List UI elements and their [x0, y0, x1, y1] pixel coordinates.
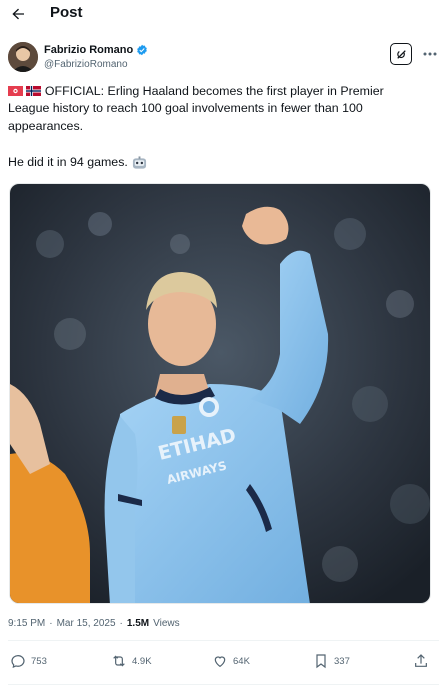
- views-label: Views: [153, 618, 180, 629]
- post-time[interactable]: 9:15 PM: [8, 618, 45, 629]
- post-meta: 9:15 PM · Mar 15, 2025 · 1.5M Views: [8, 618, 180, 629]
- top-bar: Post: [0, 0, 447, 28]
- reply-button[interactable]: 753: [10, 653, 47, 669]
- tweet-line-2-row: He did it in 94 games.: [8, 154, 147, 171]
- name-row: Fabrizio Romano: [44, 44, 148, 56]
- author-row: Fabrizio Romano @FabrizioRomano: [8, 42, 439, 74]
- avatar[interactable]: [8, 42, 38, 72]
- reply-icon: [11, 654, 25, 668]
- bookmark-count: 337: [334, 655, 350, 667]
- grok-button[interactable]: [390, 43, 412, 65]
- grok-icon: [396, 49, 406, 59]
- author-name[interactable]: Fabrizio Romano: [44, 44, 133, 56]
- arrow-left-icon: [12, 8, 24, 20]
- heart-icon: [214, 656, 226, 668]
- repost-count: 4.9K: [132, 655, 152, 667]
- divider: [8, 684, 439, 685]
- verified-badge-icon: [137, 44, 148, 56]
- back-button[interactable]: [8, 4, 28, 24]
- repost-button[interactable]: 4.9K: [111, 653, 152, 669]
- post-date[interactable]: Mar 15, 2025: [57, 618, 116, 629]
- tweet-text: OFFICIAL: Erling Haaland becomes the fir…: [8, 83, 428, 135]
- more-options-button[interactable]: [420, 44, 440, 64]
- views-count: 1.5M: [126, 618, 150, 629]
- share-button[interactable]: [413, 653, 429, 669]
- meta-separator: ·: [49, 618, 53, 629]
- tweet-photo[interactable]: ETIHAD AIRWAYS: [9, 183, 431, 604]
- like-button[interactable]: 64K: [212, 653, 250, 669]
- reply-count: 753: [31, 655, 47, 667]
- robot-emoji-icon: [132, 155, 146, 169]
- tweet-line-1: OFFICIAL: Erling Haaland becomes the fir…: [8, 84, 384, 133]
- share-icon: [415, 654, 427, 667]
- photo-haaland-celebrating: ETIHAD AIRWAYS: [10, 184, 430, 603]
- divider: [8, 640, 439, 641]
- norway-flag-icon: [26, 84, 42, 96]
- action-bar: 753 4.9K 64K 337: [8, 650, 439, 674]
- flag-icon-1: [8, 84, 23, 96]
- tweet-line-2: He did it in 94 games.: [8, 155, 128, 169]
- bookmark-icon: [316, 654, 326, 669]
- meta-separator-2: ·: [119, 618, 123, 629]
- repost-icon: [113, 655, 125, 667]
- author-handle[interactable]: @FabrizioRomano: [44, 59, 128, 70]
- bookmark-button[interactable]: 337: [313, 653, 350, 669]
- page-title: Post: [50, 4, 83, 21]
- more-dots-icon: [423, 52, 437, 56]
- like-count: 64K: [233, 655, 250, 667]
